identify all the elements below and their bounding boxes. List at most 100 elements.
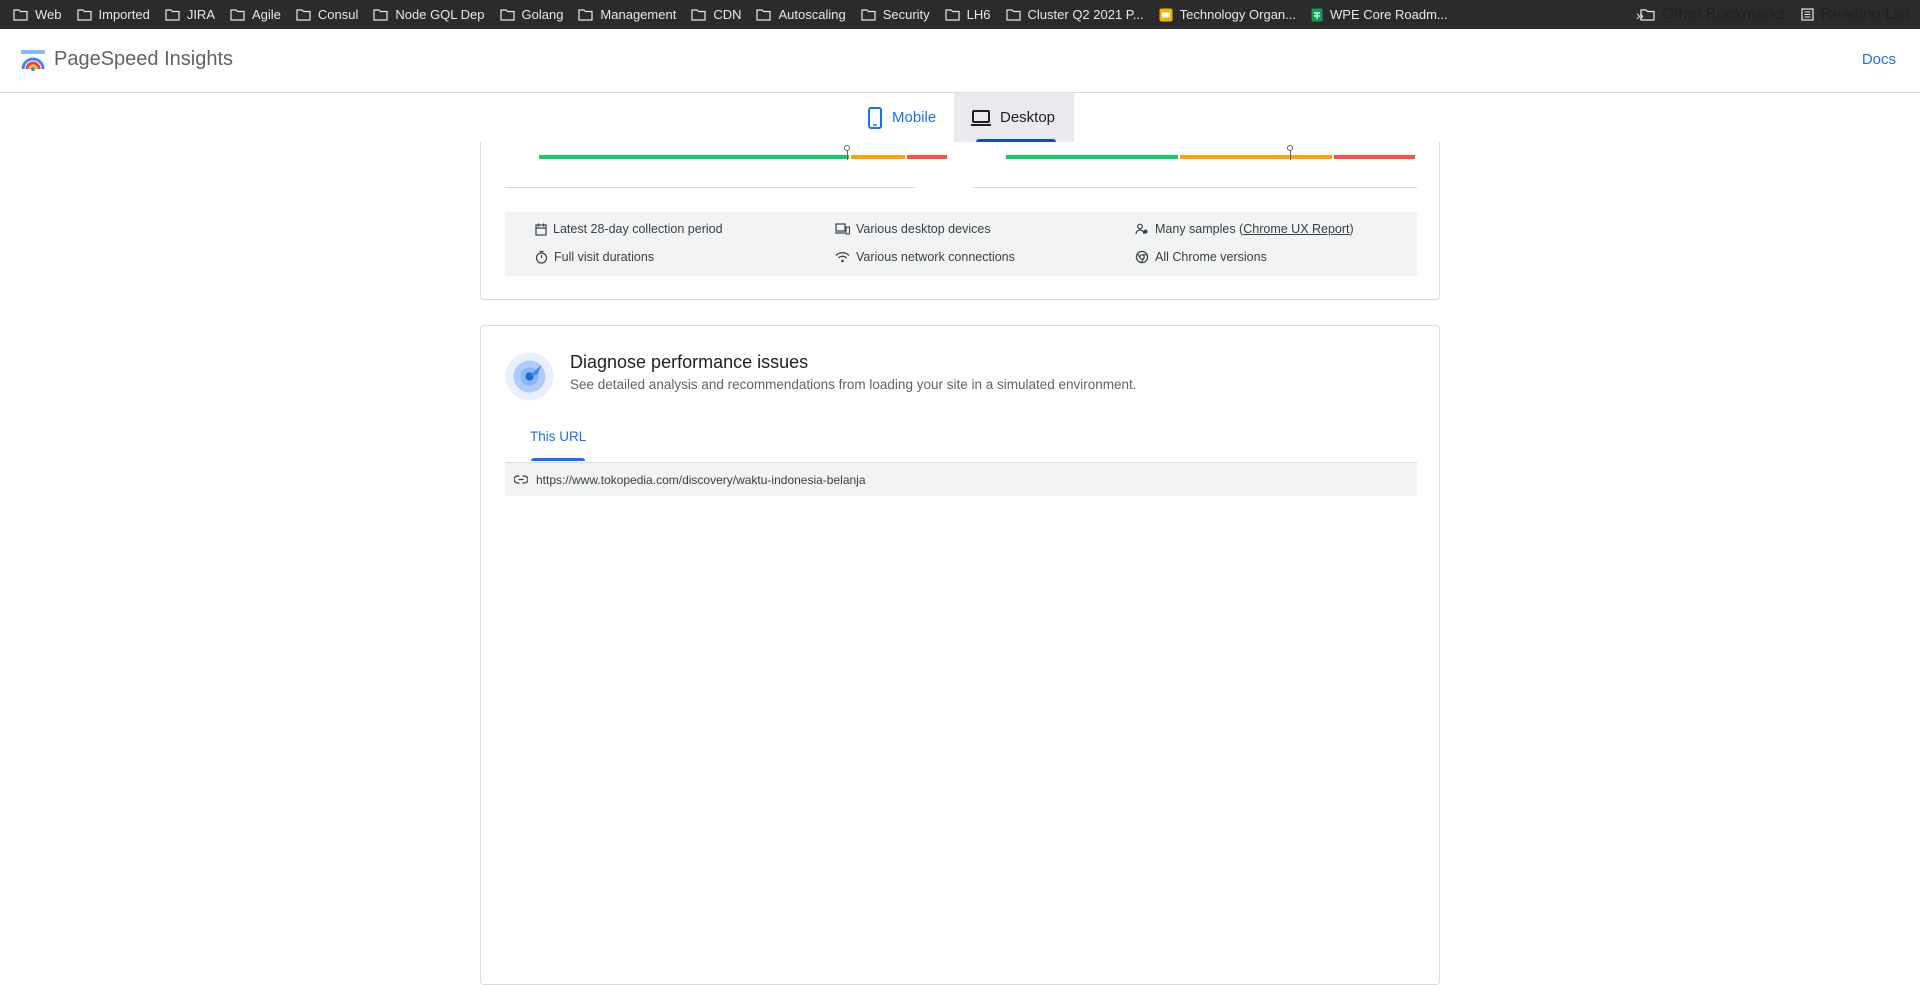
meta-devices: Various desktop devices <box>835 222 991 236</box>
meta-samples: Many samples (Chrome UX Report) <box>1135 222 1354 236</box>
bookmark-label: Security <box>882 7 930 22</box>
divider <box>505 187 915 188</box>
field-data-card: Latest 28-day collection period Full vis… <box>480 142 1440 300</box>
percentile-marker-stem <box>846 151 848 160</box>
folder-icon <box>373 8 388 21</box>
bookmark-label: Web <box>35 7 62 22</box>
distribution-segment-poor <box>907 155 947 159</box>
folder-icon <box>1639 8 1655 21</box>
bookmark-label: Agile <box>251 7 281 22</box>
meta-chrome-text: All Chrome versions <box>1155 250 1267 264</box>
folder-icon <box>230 8 245 21</box>
bookmarks-bar: Web Imported JIRA Agile Consul Node GQL Dep Go… <box>0 0 1920 29</box>
bookmark-item[interactable]: CDN <box>691 7 741 22</box>
timer-icon <box>535 250 548 264</box>
other-bookmarks-label: Other Bookmarks <box>1661 5 1787 23</box>
bookmark-item[interactable]: Security <box>861 7 930 22</box>
diagnose-card: Diagnose performance issues See detailed… <box>480 325 1440 985</box>
bookmark-item[interactable]: JIRA <box>165 7 215 22</box>
bookmark-item[interactable]: Consul <box>296 7 358 22</box>
folder-icon <box>13 8 28 21</box>
bookmark-label: Golang <box>521 7 564 22</box>
folder-icon <box>691 8 706 21</box>
tab-desktop[interactable]: Desktop <box>954 93 1074 142</box>
bookmarks-right: Other Bookmarks Reading List <box>1639 0 1910 29</box>
meta-chrome-versions: All Chrome versions <box>1135 250 1267 264</box>
bookmark-label: LH6 <box>966 7 991 22</box>
bookmark-label: Management <box>600 7 677 22</box>
analyzed-url-bar: https://www.tokopedia.com/discovery/wakt… <box>505 463 1417 496</box>
bookmark-label: JIRA <box>186 7 215 22</box>
bookmark-item[interactable]: Management <box>578 7 676 22</box>
meta-durations-text: Full visit durations <box>554 250 655 264</box>
other-bookmarks[interactable]: Other Bookmarks <box>1639 5 1787 24</box>
bookmark-label: Node GQL Dep <box>395 7 485 22</box>
app-header: PageSpeed Insights Docs <box>0 29 1920 93</box>
folder-icon <box>296 8 311 21</box>
field-data-metadata: Latest 28-day collection period Full vis… <box>505 212 1417 276</box>
laptop-icon <box>971 109 991 126</box>
mobile-phone-icon <box>868 106 882 129</box>
devices-icon <box>835 223 850 235</box>
bookmark-item[interactable]: WPE Core Roadm... <box>1311 7 1448 22</box>
folder-icon <box>945 8 960 21</box>
bookmark-label: WPE Core Roadm... <box>1330 7 1448 22</box>
meta-collection-period: Latest 28-day collection period <box>535 222 723 236</box>
bookmark-item[interactable]: Imported <box>76 7 150 22</box>
meta-devices-text: Various desktop devices <box>856 222 991 236</box>
diagnose-title: Diagnose performance issues <box>570 352 809 372</box>
bookmark-label: Cluster Q2 2021 P... <box>1027 7 1144 22</box>
tab-desktop-label: Desktop <box>1000 109 1056 126</box>
folder-icon <box>165 8 180 21</box>
distribution-segment-good <box>539 155 849 159</box>
distribution-segment-ni <box>1180 155 1333 159</box>
diagnose-subtitle: See detailed analysis and recommendation… <box>570 377 1137 392</box>
bookmark-label: Consul <box>317 7 359 22</box>
folder-icon <box>756 8 772 21</box>
chrome-icon <box>1135 250 1149 264</box>
meta-network-text: Various network connections <box>856 250 1015 264</box>
distribution-segment-poor <box>1334 155 1415 159</box>
bookmark-item[interactable]: Cluster Q2 2021 P... <box>1005 7 1144 22</box>
bookmark-label: Technology Organ... <box>1179 7 1296 22</box>
users-icon <box>1135 223 1148 234</box>
chrome-ux-report-link[interactable]: Chrome UX Report <box>1243 222 1349 236</box>
distribution-bar <box>539 155 949 159</box>
folder-icon <box>499 8 515 21</box>
docs-link[interactable]: Docs <box>1862 51 1896 68</box>
lab-data-icon <box>505 352 554 406</box>
wifi-icon <box>835 252 850 263</box>
logo[interactable]: PageSpeed Insights <box>20 48 233 71</box>
tab-mobile-label: Mobile <box>892 109 937 126</box>
tab-selected-indicator <box>531 458 585 461</box>
device-tabs: Mobile Desktop <box>850 93 1074 142</box>
bookmark-item[interactable]: Node GQL Dep <box>373 7 485 22</box>
meta-samples-text: Many samples ( <box>1155 222 1244 236</box>
tab-mobile[interactable]: Mobile <box>850 93 954 142</box>
link-icon <box>514 475 528 484</box>
bookmark-item[interactable]: Web <box>13 7 62 22</box>
tab-this-url[interactable]: This URL <box>530 429 586 444</box>
bookmark-item[interactable]: Autoscaling <box>756 7 846 22</box>
bookmark-item[interactable]: LH6 <box>945 7 991 22</box>
calendar-icon <box>535 223 547 236</box>
reading-list[interactable]: Reading List <box>1801 6 1910 24</box>
folder-icon <box>578 8 594 21</box>
bookmark-label: CDN <box>713 7 742 22</box>
distribution-bar <box>1006 155 1417 159</box>
bookmark-item[interactable]: Golang <box>499 7 564 22</box>
bookmark-item[interactable]: Technology Organ... <box>1159 7 1296 22</box>
slides-icon <box>1159 8 1173 21</box>
meta-period-text: Latest 28-day collection period <box>553 222 723 236</box>
bookmark-item[interactable]: Agile <box>230 7 281 22</box>
bookmark-label: Imported <box>98 7 150 22</box>
divider <box>972 187 1417 188</box>
meta-network: Various network connections <box>835 250 1015 264</box>
reading-list-label: Reading List <box>1821 5 1910 23</box>
meta-visit-durations: Full visit durations <box>535 250 654 264</box>
bookmark-label: Autoscaling <box>778 7 846 22</box>
pagespeed-logo-icon <box>21 49 45 71</box>
distribution-segment-ni <box>850 155 906 159</box>
reading-list-icon <box>1801 8 1814 21</box>
sheets-icon <box>1311 8 1323 21</box>
